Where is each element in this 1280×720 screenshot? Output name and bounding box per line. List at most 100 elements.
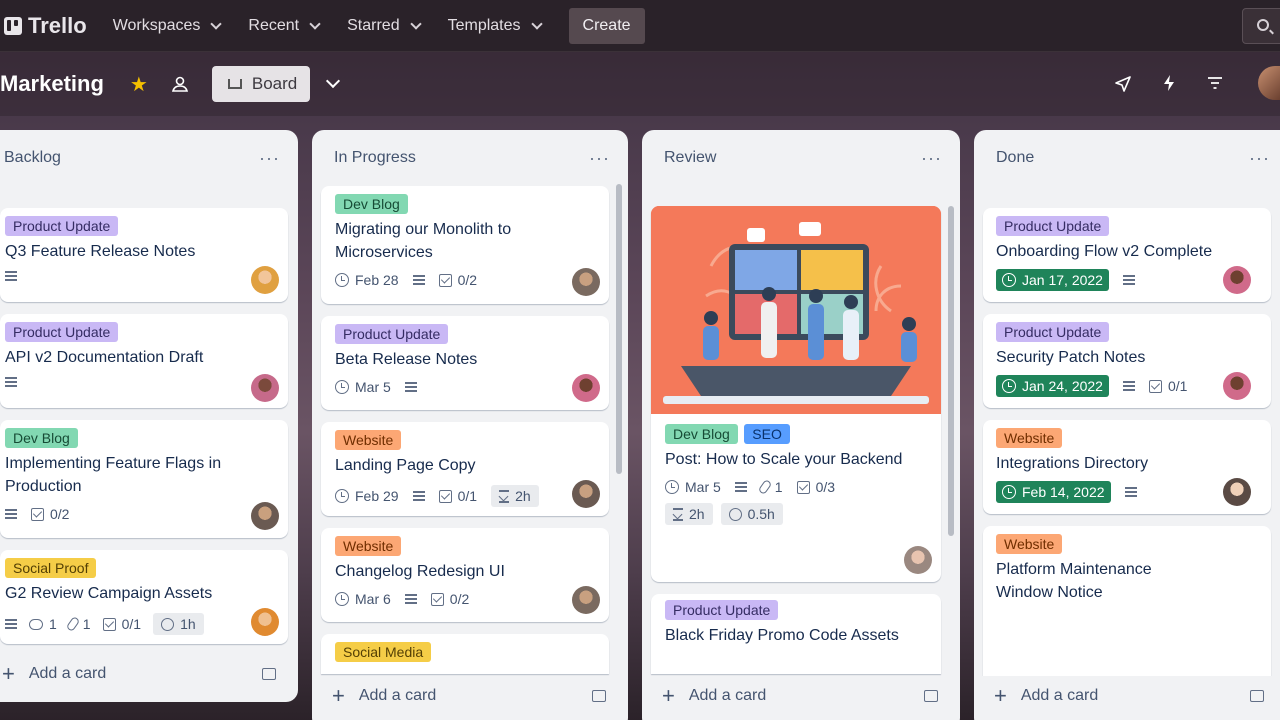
card-label: Product Update xyxy=(5,216,119,236)
card[interactable]: Product Update Security Patch Notes Jan … xyxy=(983,314,1271,408)
member-avatar[interactable] xyxy=(251,502,279,530)
member-avatar[interactable] xyxy=(572,268,600,296)
nav-recent[interactable]: Recent xyxy=(234,8,333,44)
list-header[interactable]: In Progress ··· xyxy=(312,130,628,186)
due-date-badge[interactable]: Feb 28 xyxy=(335,272,399,288)
list-title[interactable]: In Progress xyxy=(334,149,416,167)
board-view-button[interactable]: Board xyxy=(211,66,310,102)
card-label: Product Update xyxy=(665,600,779,620)
hourglass-icon xyxy=(673,507,683,521)
card-template-icon[interactable] xyxy=(592,690,606,702)
card-label: Dev Blog xyxy=(665,424,738,444)
plus-icon: + xyxy=(662,683,675,708)
filter-icon[interactable] xyxy=(1206,74,1224,92)
search-button[interactable] xyxy=(1242,8,1280,44)
more-icon[interactable]: ··· xyxy=(589,148,610,169)
due-date-badge[interactable]: Mar 5 xyxy=(335,379,391,395)
add-card-button[interactable]: + Add a card xyxy=(0,654,298,694)
due-date-badge[interactable]: Mar 6 xyxy=(335,591,391,607)
add-card-button[interactable]: + Add a card xyxy=(642,676,960,716)
card[interactable]: Product Update Q3 Feature Release Notes xyxy=(0,208,288,302)
star-icon[interactable]: ★ xyxy=(130,72,148,97)
card[interactable]: Dev Blog SEO Post: How to Scale your Bac… xyxy=(651,206,941,582)
chevron-down-icon[interactable] xyxy=(325,73,340,89)
more-icon[interactable]: ··· xyxy=(921,148,942,169)
due-date-badge[interactable]: Feb 29 xyxy=(335,488,399,504)
member-avatar[interactable] xyxy=(1223,266,1251,294)
timer-icon xyxy=(728,507,742,521)
card[interactable]: Product Update Black Friday Promo Code A… xyxy=(651,594,941,674)
list-done: Done ··· Product Update Onboarding Flow … xyxy=(974,130,1280,720)
card[interactable]: Dev Blog Implementing Feature Flags in P… xyxy=(0,420,288,538)
due-date-complete-badge[interactable]: Jan 24, 2022 xyxy=(996,375,1109,397)
add-card-button[interactable]: + Add a card xyxy=(974,676,1280,716)
list-header[interactable]: Backlog ··· xyxy=(0,130,298,186)
card[interactable]: Website Platform Maintenance Window Noti… xyxy=(983,526,1271,676)
estimate-badge: 2h xyxy=(665,503,713,525)
board-view-icon xyxy=(227,79,242,89)
checklist-icon xyxy=(796,480,810,494)
list-title[interactable]: Backlog xyxy=(4,149,61,167)
member-avatar[interactable] xyxy=(251,374,279,402)
due-date-complete-badge[interactable]: Jan 17, 2022 xyxy=(996,269,1109,291)
clock-icon xyxy=(665,480,679,494)
card[interactable]: Product Update Beta Release Notes Mar 5 xyxy=(321,316,609,410)
member-avatar[interactable] xyxy=(904,546,932,574)
board-title[interactable]: Marketing xyxy=(0,71,104,97)
add-card-label: Add a card xyxy=(358,687,437,704)
time-spent-badge: 0.5h xyxy=(720,503,783,525)
card[interactable]: Product Update API v2 Documentation Draf… xyxy=(0,314,288,408)
card[interactable]: Product Update Onboarding Flow v2 Comple… xyxy=(983,208,1271,302)
member-avatar[interactable] xyxy=(572,374,600,402)
card[interactable]: Dev Blog Migrating our Monolith to Micro… xyxy=(321,186,609,304)
list-scrollbar[interactable] xyxy=(948,206,954,536)
more-icon[interactable]: ··· xyxy=(1249,148,1270,169)
list-title[interactable]: Review xyxy=(664,149,716,167)
card-template-icon[interactable] xyxy=(924,690,938,702)
due-date-complete-badge[interactable]: Feb 14, 2022 xyxy=(996,481,1111,503)
member-avatar[interactable] xyxy=(251,608,279,636)
create-button[interactable]: Create xyxy=(568,7,645,44)
card[interactable]: Social Media xyxy=(321,634,609,674)
nav-templates[interactable]: Templates xyxy=(434,8,555,44)
card-title: API v2 Documentation Draft xyxy=(5,349,204,366)
trello-logo-text: Trello xyxy=(28,12,87,38)
description-icon xyxy=(412,491,425,501)
card-template-icon[interactable] xyxy=(1250,690,1264,702)
card-label: SEO xyxy=(744,424,790,444)
chevron-down-icon xyxy=(409,17,422,30)
more-icon[interactable]: ··· xyxy=(259,148,280,169)
card-template-icon[interactable] xyxy=(262,668,276,680)
card-label: Website xyxy=(335,536,402,556)
automation-icon[interactable] xyxy=(1160,74,1178,92)
timer-icon xyxy=(161,617,175,631)
checklist-count: 0/3 xyxy=(815,479,836,495)
power-ups-icon[interactable] xyxy=(1114,74,1132,92)
card-title: Landing Page Copy xyxy=(335,457,476,474)
card[interactable]: Social Proof G2 Review Campaign Assets 1… xyxy=(0,550,288,644)
member-avatar[interactable] xyxy=(1223,372,1251,400)
card[interactable]: Website Integrations Directory Feb 14, 2… xyxy=(983,420,1271,514)
due-date-badge[interactable]: Mar 5 xyxy=(665,479,721,495)
list-header[interactable]: Review ··· xyxy=(642,130,960,186)
member-avatar[interactable] xyxy=(572,586,600,614)
member-avatar[interactable] xyxy=(1223,478,1251,506)
workspace-visibility-icon[interactable] xyxy=(170,74,190,94)
list-header[interactable]: Done ··· xyxy=(974,130,1280,186)
plus-icon: + xyxy=(994,683,1007,708)
add-card-button[interactable]: + Add a card xyxy=(312,676,628,716)
description-icon xyxy=(412,275,425,285)
card[interactable]: Website Changelog Redesign UI Mar 6 0/2 xyxy=(321,528,609,622)
list-title[interactable]: Done xyxy=(996,149,1034,167)
card-title: Platform Maintenance Window Notice xyxy=(996,561,1152,601)
member-avatar[interactable] xyxy=(572,480,600,508)
card[interactable]: Website Landing Page Copy Feb 29 0/1 2h xyxy=(321,422,609,516)
card-label: Website xyxy=(335,430,402,450)
nav-workspaces[interactable]: Workspaces xyxy=(99,8,235,44)
trello-logo[interactable]: Trello xyxy=(4,13,87,39)
member-avatar[interactable] xyxy=(251,266,279,294)
checklist-badge: 0/2 xyxy=(438,272,477,288)
member-avatar[interactable] xyxy=(1258,66,1280,100)
nav-starred[interactable]: Starred xyxy=(333,8,433,44)
list-scrollbar[interactable] xyxy=(616,184,622,474)
